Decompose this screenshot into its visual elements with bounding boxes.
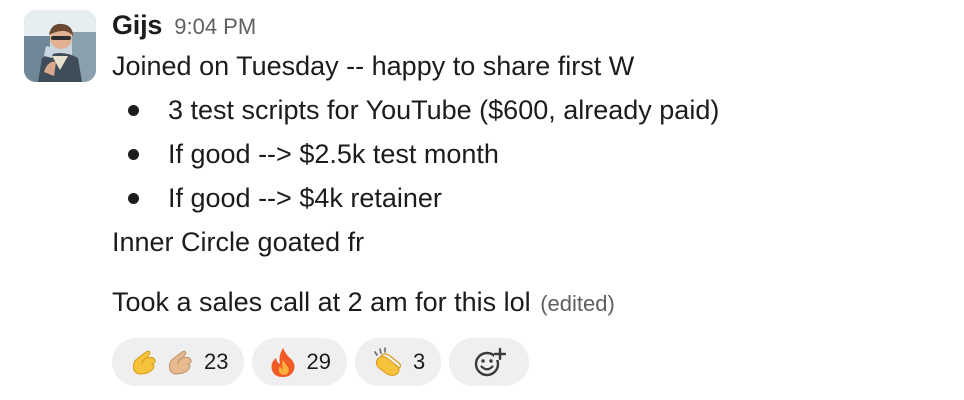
- pinched-fingers-icon: [133, 350, 156, 375]
- reaction-pinched-fingers[interactable]: 23: [112, 338, 245, 386]
- pinched-fingers-light-skin-icon: [169, 350, 192, 375]
- bullet-dot: [128, 105, 139, 116]
- message-line: Inner Circle goated fr: [112, 227, 365, 257]
- message-line: Joined on Tuesday -- happy to share firs…: [112, 51, 635, 81]
- bullet-dot: [128, 193, 139, 204]
- avatar[interactable]: [24, 10, 96, 82]
- message-line-edited: Took a sales call at 2 am for this lol (…: [112, 280, 944, 326]
- bullet-text: If good --> $4k retainer: [168, 183, 442, 213]
- message-content: Gijs 9:04 PM Joined on Tuesday -- happy …: [112, 10, 944, 386]
- bullet-list: 3 test scripts for YouTube ($600, alread…: [112, 88, 944, 220]
- timestamp[interactable]: 9:04 PM: [174, 14, 256, 40]
- add-reaction-button[interactable]: [449, 338, 530, 386]
- bullet-text: 3 test scripts for YouTube ($600, alread…: [168, 95, 720, 125]
- reaction-emoji-group: [371, 346, 405, 378]
- edited-label: (edited): [540, 291, 615, 316]
- author-name[interactable]: Gijs: [112, 10, 162, 41]
- reaction-count: 23: [204, 349, 229, 374]
- clapping-hands-icon: [374, 347, 402, 376]
- bullet-item: 3 test scripts for YouTube ($600, alread…: [112, 88, 944, 132]
- message-header: Gijs 9:04 PM: [112, 10, 944, 44]
- message-line: Took a sales call at 2 am for this lol: [112, 287, 531, 317]
- message: Gijs 9:04 PM Joined on Tuesday -- happy …: [24, 10, 944, 390]
- add-reaction-icon: [475, 347, 507, 377]
- bullet-item: If good --> $2.5k test month: [112, 132, 944, 176]
- bullet-dot: [128, 149, 139, 160]
- reaction-count: 3: [412, 349, 426, 374]
- reaction-emoji-group: [268, 346, 298, 378]
- fire-icon: [271, 348, 296, 377]
- reaction-fire[interactable]: 29: [252, 338, 347, 386]
- avatar-image: [24, 10, 96, 82]
- bullet-item: If good --> $4k retainer: [112, 176, 944, 220]
- reactions-bar: 23 29 3: [112, 338, 944, 386]
- reaction-emoji-group: [128, 346, 196, 378]
- reaction-clapping-hands[interactable]: 3: [354, 338, 442, 386]
- bullet-text: If good --> $2.5k test month: [168, 139, 499, 169]
- reaction-count: 29: [306, 349, 331, 374]
